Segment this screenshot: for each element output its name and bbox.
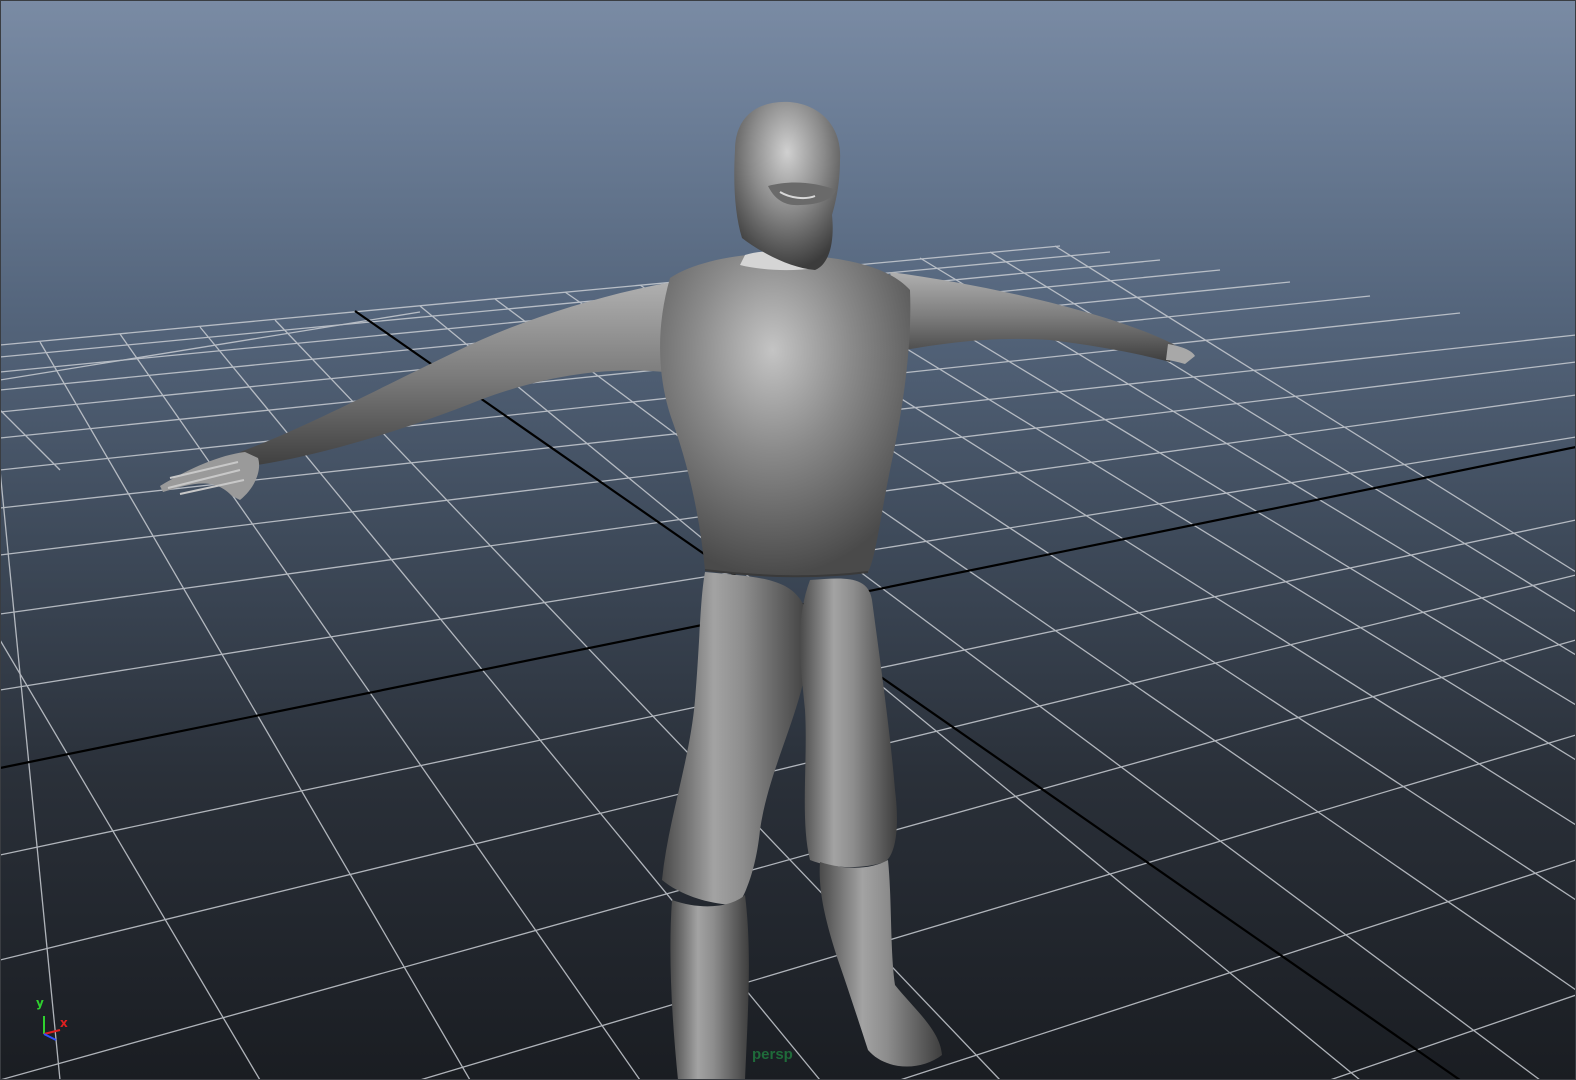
right-leg xyxy=(800,578,897,868)
viewport-scene[interactable] xyxy=(0,0,1576,1080)
perspective-viewport[interactable]: persp y x xyxy=(0,0,1576,1080)
character-mesh[interactable] xyxy=(160,101,1195,1080)
right-hand xyxy=(1166,344,1195,364)
torso xyxy=(660,253,911,577)
right-arm xyxy=(890,272,1175,362)
left-leg xyxy=(662,572,810,905)
right-boot xyxy=(819,860,942,1067)
left-boot xyxy=(670,895,749,1080)
camera-label: persp xyxy=(752,1046,793,1063)
axis-x-label: x xyxy=(60,1016,68,1030)
axis-y-label: y xyxy=(36,996,44,1010)
axis-gizmo: y x xyxy=(30,996,80,1046)
